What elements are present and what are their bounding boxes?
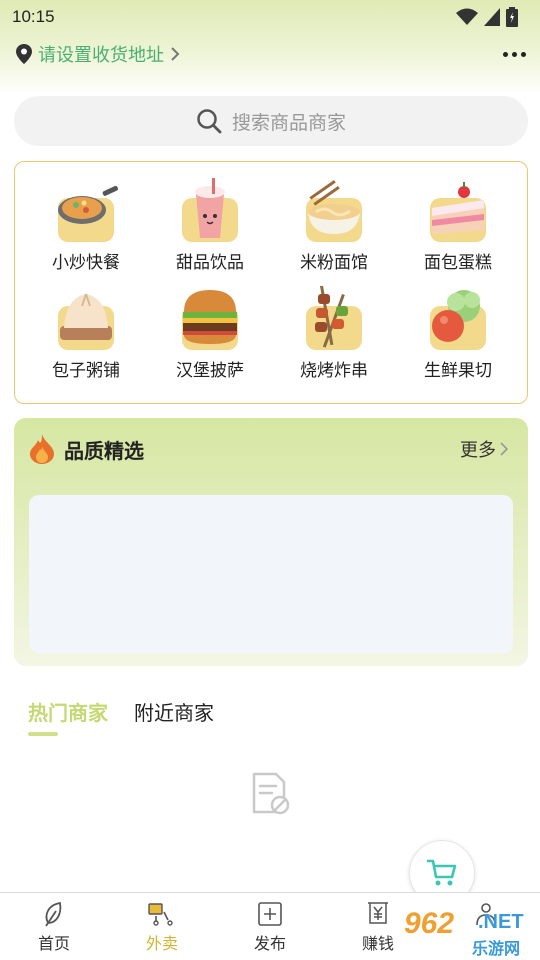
cake-slice-icon [426, 178, 490, 242]
milk-tea-cup-icon [178, 178, 242, 242]
search-placeholder: 搜索商品商家 [231, 111, 346, 134]
category-buns-congee[interactable]: 包子粥铺 [31, 286, 141, 386]
location-selector[interactable]: 请设置收货地址 [16, 41, 180, 67]
plus-square-icon [230, 901, 310, 927]
nav-label: 首页 [37, 934, 70, 953]
category-stir-fry[interactable]: 小炒快餐 [31, 178, 141, 278]
empty-document-icon [250, 772, 292, 820]
quality-content-panel [29, 495, 513, 653]
nav-publish[interactable]: 发布 [230, 901, 310, 954]
category-label: 汉堡披萨 [176, 361, 244, 381]
home-leaf-icon [14, 901, 94, 927]
quality-more-label: 更多 [460, 440, 496, 461]
battery-icon [506, 7, 518, 27]
watermark-site-name: 乐游网 [472, 939, 521, 958]
status-icons [456, 7, 518, 27]
status-time: 10:15 [12, 7, 55, 26]
category-label: 小炒快餐 [52, 253, 120, 273]
merchant-tabs: 热门商家 附近商家 [28, 697, 214, 726]
nav-label: 发布 [253, 934, 286, 953]
flame-icon [30, 434, 54, 464]
search-icon [197, 109, 222, 134]
wifi-icon [456, 8, 478, 25]
category-burger-pizza[interactable]: 汉堡披萨 [155, 286, 265, 386]
fresh-produce-icon [426, 286, 490, 350]
category-label: 米粉面馆 [300, 253, 368, 273]
location-pin-icon [16, 44, 32, 64]
watermark-number: 962 [404, 907, 455, 940]
nav-home[interactable]: 首页 [14, 901, 94, 954]
location-text: 请设置收货地址 [38, 45, 164, 66]
more-dots-icon[interactable] [503, 51, 526, 57]
search-bar[interactable]: 搜索商品商家 [14, 96, 528, 146]
status-bar: 10:15 [0, 0, 540, 34]
category-noodles[interactable]: 米粉面馆 [279, 178, 389, 278]
category-label: 包子粥铺 [52, 361, 120, 381]
category-label: 烧烤炸串 [300, 361, 368, 381]
category-bakery[interactable]: 面包蛋糕 [403, 178, 513, 278]
nav-label: 外卖 [145, 934, 178, 953]
quality-title-row: 品质精选 [28, 434, 144, 464]
quality-picks-section: 品质精选 更多 [14, 418, 528, 666]
burger-icon [178, 286, 242, 350]
chevron-right-icon [500, 442, 508, 456]
watermark-logo: 962 .NET 乐游网 [400, 905, 540, 960]
skewer-icon [302, 285, 366, 350]
quality-title: 品质精选 [64, 438, 144, 463]
category-label: 面包蛋糕 [424, 253, 492, 273]
top-header: 请设置收货地址 [0, 34, 540, 74]
watermark-suffix: .NET [478, 911, 524, 933]
delivery-icon [122, 901, 202, 927]
category-grid: 小炒快餐 甜品饮品 米粉面馆 面包蛋糕 包子粥铺 汉堡披萨 烧烤炸串 生鲜果切 [14, 161, 528, 404]
nav-delivery[interactable]: 外卖 [122, 901, 202, 954]
signal-icon [484, 8, 500, 26]
steamed-bun-icon [54, 286, 118, 350]
category-bbq-skewers[interactable]: 烧烤炸串 [279, 285, 389, 386]
category-label: 甜品饮品 [176, 253, 244, 273]
shopping-cart-icon [427, 859, 457, 886]
tab-hot-merchants[interactable]: 热门商家 [28, 697, 108, 726]
tab-nearby-merchants[interactable]: 附近商家 [134, 697, 214, 726]
quality-more-button[interactable]: 更多 [460, 436, 508, 462]
category-label: 生鲜果切 [424, 361, 492, 381]
noodle-bowl-icon [302, 178, 366, 242]
category-fresh-fruit[interactable]: 生鲜果切 [403, 286, 513, 386]
chevron-right-icon [171, 47, 180, 61]
category-dessert-drinks[interactable]: 甜品饮品 [155, 178, 265, 278]
active-tab-indicator [28, 732, 58, 736]
stir-fry-pan-icon [54, 178, 118, 242]
